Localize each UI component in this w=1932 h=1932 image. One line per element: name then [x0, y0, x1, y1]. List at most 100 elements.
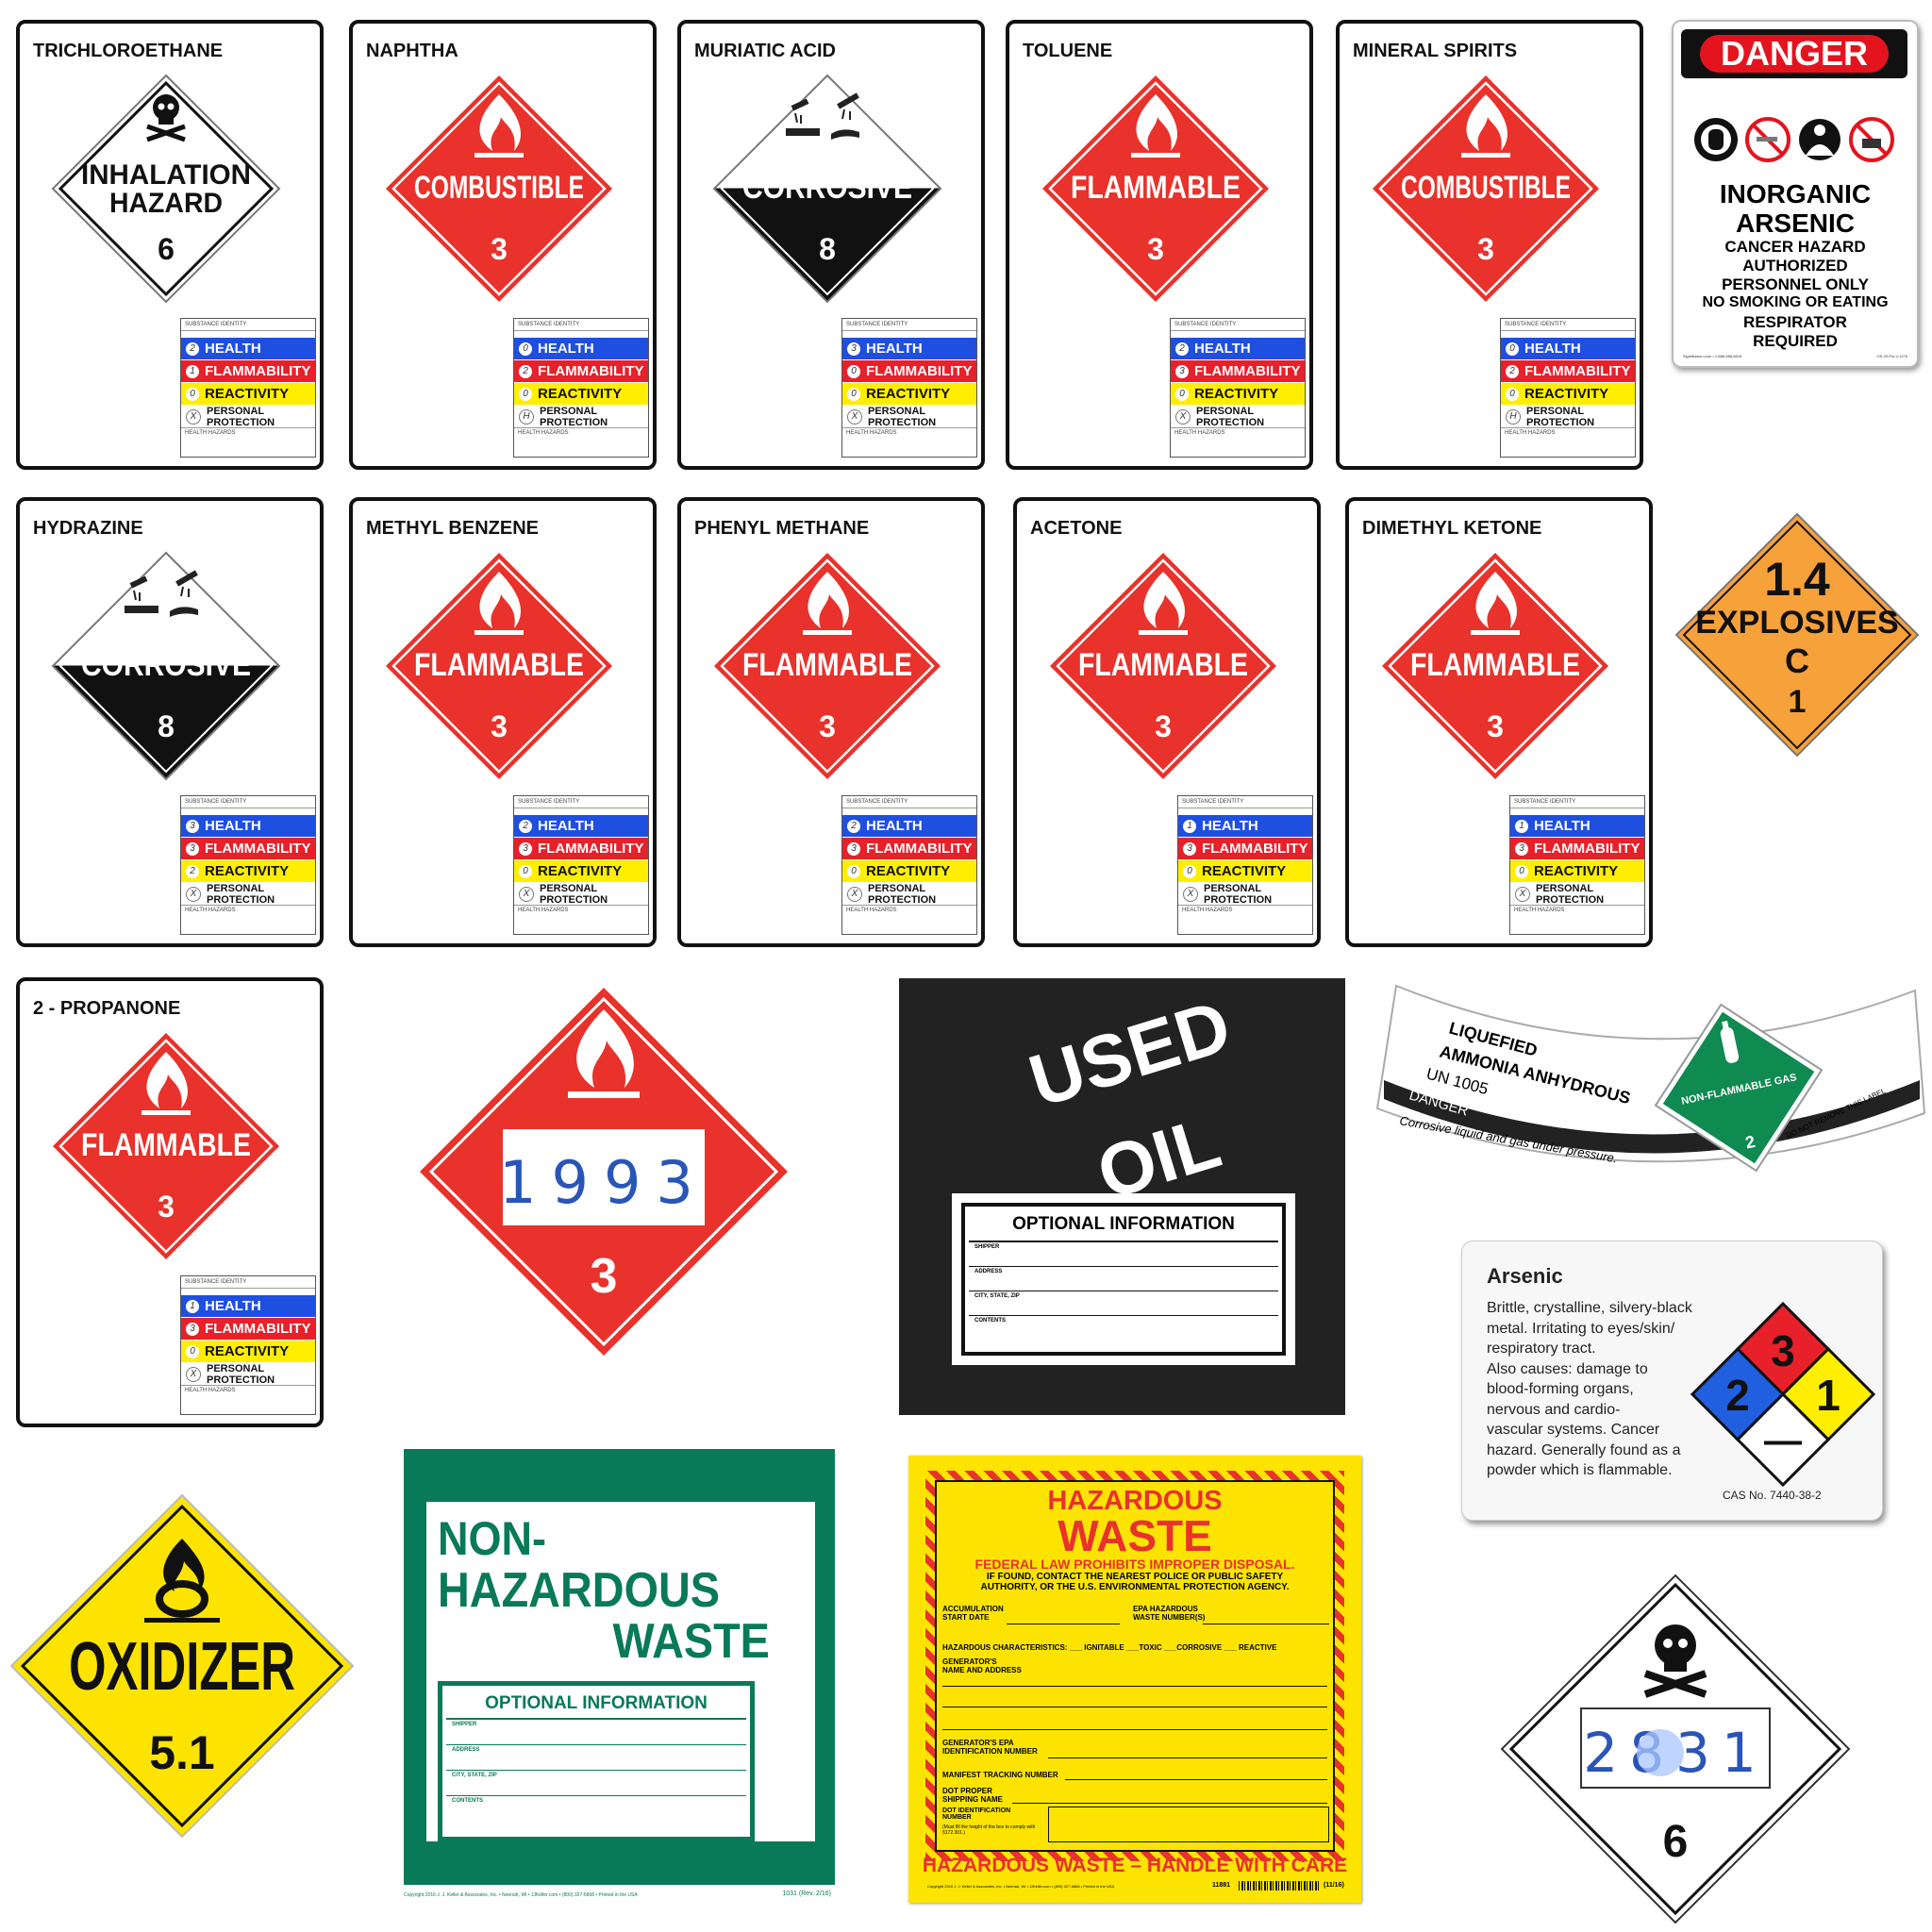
hw-epaid: GENERATOR'S EPA IDENTIFICATION NUMBER	[942, 1739, 1038, 1756]
hw-subtitle: FEDERAL LAW PROHIBITS IMPROPER DISPOSAL.	[974, 1557, 1295, 1572]
rating-label: FLAMMABILITY	[1194, 363, 1301, 379]
respirator-icon	[1694, 117, 1894, 162]
card-title: ACETONE	[1030, 518, 1123, 539]
placard-2831: 2831 6	[1500, 1574, 1851, 1924]
placard-label: FLAMMABLE	[742, 647, 912, 683]
placard-label: INHALATION	[81, 159, 251, 191]
flammable-placard: FLAMMABLE 3	[1050, 553, 1276, 779]
protection-row: H PERSONAL PROTECTION	[1501, 406, 1635, 428]
rating-value: 0	[847, 387, 860, 401]
reactivity-row: 0 REACTIVITY	[1171, 383, 1305, 405]
danger-sign: DANGER INORGANIC ARSENIC CANCER HAZARD A…	[1672, 20, 1919, 368]
substance-identity: SUBSTANCE IDENTITY	[1171, 319, 1305, 331]
rating-label: PERSONAL PROTECTION	[207, 405, 275, 428]
substance-identity: SUBSTANCE IDENTITY	[1178, 796, 1312, 808]
rating-value: 0	[186, 1344, 199, 1358]
danger-word: DANGER	[1700, 35, 1889, 73]
flammable-placard: FLAMMABLE 3	[714, 553, 941, 779]
desc-line: nervous and cardio-	[1487, 1401, 1621, 1418]
protection-row: X PERSONAL PROTECTION	[181, 1363, 315, 1386]
rating-value: X	[186, 886, 201, 902]
rating-label: PERSONAL PROTECTION	[1196, 405, 1265, 428]
non-hazardous-waste-label: NON- HAZARDOUS WASTE OPTIONAL INFORMATIO…	[404, 1449, 835, 1898]
danger-title-2: ARSENIC	[1735, 208, 1855, 238]
nfpa-hmis-label: SUBSTANCE IDENTITY 0 HEALTH 2 FLAMMABILITY 0 R…	[1500, 318, 1636, 458]
used-oil-label: USED OIL OPTIONAL INFORMATION SHIPPER AD…	[899, 978, 1345, 1415]
explosives-placard: 1.4 EXPLOSIVES C 1	[1674, 512, 1920, 758]
health-hazards: HEALTH HAZARDS	[1174, 430, 1225, 436]
hw-dot: DOT PROPER SHIPPING NAME	[942, 1787, 1004, 1804]
flammability-row: 3 FLAMMABILITY	[1510, 838, 1644, 859]
rating-label: PERSONAL PROTECTION	[1204, 882, 1273, 906]
danger-line: NO SMOKING OR EATING	[1702, 294, 1889, 310]
rating-label: PERSONAL PROTECTION	[868, 405, 937, 428]
flammability-row: 2 FLAMMABILITY	[1501, 360, 1635, 382]
rating-label: FLAMMABILITY	[205, 363, 311, 379]
placard-label: FLAMMABLE	[81, 1127, 251, 1163]
health-row: 2 HEALTH	[1171, 338, 1305, 359]
rating-label: REACTIVITY	[205, 386, 290, 402]
label-card: METHYL BENZENE FLAMMABLE 3 SUBSTANCE IDENTI…	[349, 497, 657, 947]
flammable-placard: FLAMMABLE 3	[53, 1033, 279, 1259]
rating-value: 0	[1175, 387, 1189, 401]
rating-value: 3	[1175, 364, 1189, 378]
flammability-row: 2 FLAMMABILITY	[514, 360, 648, 382]
rating-label: HEALTH	[866, 341, 923, 357]
arsenic-title: Arsenic	[1487, 1264, 1563, 1288]
explosives-number: 1	[1789, 684, 1807, 720]
field-address: ADDRESS	[969, 1267, 1278, 1291]
flammable-placard: FLAMMABLE 3	[386, 553, 612, 779]
health-row: 3 HEALTH	[181, 815, 315, 837]
placard-label: FLAMMABLE	[1410, 647, 1580, 683]
flammability-row: 3 FLAMMABILITY	[1178, 838, 1312, 859]
health-row: 1 HEALTH	[1510, 815, 1644, 837]
flammability-row: 3 FLAMMABILITY	[842, 838, 976, 859]
rating-label: HEALTH	[538, 818, 594, 834]
rating-value: X	[847, 886, 862, 902]
placard-label: FLAMMABLE	[1078, 647, 1248, 683]
rating-label: HEALTH	[1202, 818, 1258, 834]
hw-manifest: MANIFEST TRACKING NUMBER	[942, 1771, 1058, 1779]
class-number: 6	[1663, 1817, 1689, 1867]
class-number: 3	[1487, 709, 1504, 743]
rating-value: 0	[847, 864, 860, 878]
explosives-label: EXPLOSIVES	[1695, 605, 1898, 641]
nonhaz-footer-left: Copyright 2016 J. J. Keller & Associates…	[404, 1892, 638, 1898]
label-card: DIMETHYL KETONE FLAMMABLE 3 SUBSTANCE IDENT…	[1345, 497, 1653, 947]
placard-label: COMBUSTIBLE	[1401, 170, 1571, 206]
rating-label: REACTIVITY	[1194, 386, 1279, 402]
reactivity-row: 0 REACTIVITY	[842, 860, 976, 882]
rating-value: 3	[847, 841, 860, 856]
placard-label: FLAMMABLE	[414, 647, 584, 683]
rating-value: 3	[1515, 841, 1528, 856]
field-city: CITY, STATE, ZIP	[969, 1291, 1278, 1316]
rating-label: REACTIVITY	[866, 863, 951, 879]
rating-label: FLAMMABILITY	[1524, 363, 1631, 379]
hw-notice1: IF FOUND, CONTACT THE NEAREST POLICE OR …	[986, 1572, 1284, 1582]
flammable-placard: COMBUSTIBLE 3	[1373, 75, 1599, 302]
label-card: MURIATIC ACID CORROSIVE 8 SUBSTANCE IDENTIT…	[677, 20, 985, 470]
flammability-row: 3 FLAMMABILITY	[1171, 360, 1305, 382]
substance-identity: SUBSTANCE IDENTITY	[181, 796, 315, 808]
oxidizer-number: 5.1	[149, 1726, 215, 1779]
health-hazards: HEALTH HAZARDS	[1514, 908, 1565, 913]
rating-value: X	[186, 1366, 201, 1382]
desc-line: respiratory tract.	[1487, 1341, 1596, 1357]
flammability-row: 3 FLAMMABILITY	[514, 838, 648, 859]
substance-identity: SUBSTANCE IDENTITY	[514, 319, 648, 331]
oxidizer-placard: OXIDIZER 5.1	[9, 1493, 355, 1839]
nonhaz-line3: WASTE	[612, 1614, 770, 1669]
hw-rev: (11/16)	[1324, 1882, 1344, 1889]
card-title: TOLUENE	[1023, 41, 1113, 61]
reactivity-row: 0 REACTIVITY	[1501, 383, 1635, 405]
substance-identity: SUBSTANCE IDENTITY	[181, 319, 315, 331]
rating-label: REACTIVITY	[1202, 863, 1287, 879]
rating-value: X	[847, 408, 862, 425]
nfpa-hmis-label: SUBSTANCE IDENTITY 1 HEALTH 3 FLAMMABILITY 0 R…	[1177, 795, 1313, 935]
rating-value: 2	[186, 341, 199, 356]
rating-label: REACTIVITY	[205, 863, 290, 879]
rating-value: H	[519, 408, 534, 425]
rating-label: REACTIVITY	[538, 386, 623, 402]
label-card: HYDRAZINE CORROSIVE 8 SUBSTANCE IDENTITY 3 HE…	[16, 497, 324, 947]
class-number: 3	[491, 232, 508, 266]
